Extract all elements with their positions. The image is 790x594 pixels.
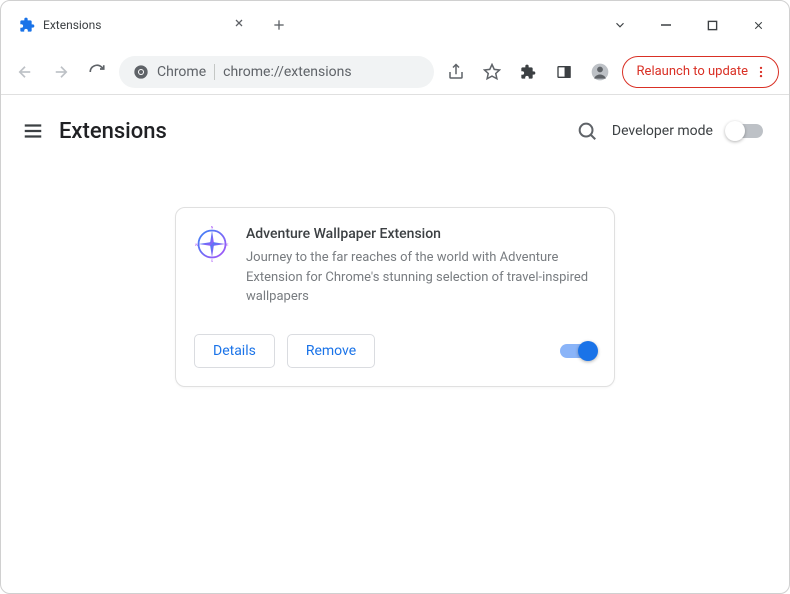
chevron-down-icon[interactable]: [597, 5, 643, 45]
developer-mode-toggle[interactable]: [727, 124, 763, 138]
extension-description: Journey to the far reaches of the world …: [246, 248, 596, 307]
close-tab-icon[interactable]: [233, 17, 249, 33]
card-actions: Details Remove: [194, 334, 596, 368]
svg-text:E: E: [226, 243, 228, 247]
menu-hamburger-icon[interactable]: [13, 111, 53, 151]
toggle-knob: [725, 121, 745, 141]
maximize-button[interactable]: [689, 5, 735, 45]
side-panel-icon[interactable]: [550, 58, 578, 86]
svg-text:S: S: [211, 259, 213, 262]
svg-text:N: N: [211, 226, 214, 230]
developer-mode-label: Developer mode: [612, 123, 713, 139]
relaunch-to-update-button[interactable]: Relaunch to update: [622, 56, 779, 88]
profile-avatar-icon[interactable]: [586, 58, 614, 86]
details-button[interactable]: Details: [194, 334, 275, 368]
close-window-button[interactable]: [735, 5, 781, 45]
more-menu-icon: [754, 65, 768, 79]
browser-window: Extensions: [0, 0, 790, 594]
card-info: Adventure Wallpaper Extension Journey to…: [246, 226, 596, 324]
card-top: N S W E Adventure Wallpaper Extension Jo…: [194, 226, 596, 324]
extension-enable-toggle[interactable]: [560, 344, 596, 358]
search-icon[interactable]: [576, 120, 598, 142]
remove-button[interactable]: Remove: [287, 334, 375, 368]
tab-title: Extensions: [43, 18, 225, 32]
browser-tab[interactable]: Extensions: [9, 7, 259, 43]
new-tab-button[interactable]: [265, 11, 293, 39]
forward-button[interactable]: [47, 58, 75, 86]
omnibox-url: chrome://extensions: [223, 64, 351, 80]
bookmark-star-icon[interactable]: [478, 58, 506, 86]
separator: [214, 64, 215, 80]
header-right: Developer mode: [576, 120, 763, 142]
extension-card: N S W E Adventure Wallpaper Extension Jo…: [175, 207, 615, 387]
relaunch-label: Relaunch to update: [637, 64, 748, 79]
omnibox-label: Chrome: [157, 64, 206, 80]
extension-compass-icon: N S W E: [194, 226, 230, 262]
address-bar[interactable]: Chrome chrome://extensions: [119, 56, 434, 88]
back-button[interactable]: [11, 58, 39, 86]
page-title: Extensions: [59, 119, 167, 144]
browser-toolbar: Chrome chrome://extensions Relaunch to u…: [1, 49, 789, 95]
toggle-knob: [578, 341, 598, 361]
minimize-button[interactable]: [643, 5, 689, 45]
reload-button[interactable]: [83, 58, 111, 86]
share-icon[interactable]: [442, 58, 470, 86]
extension-puzzle-icon: [19, 17, 35, 33]
extension-name: Adventure Wallpaper Extension: [246, 226, 596, 242]
chrome-icon: [133, 64, 149, 80]
content-area: N S W E Adventure Wallpaper Extension Jo…: [1, 159, 789, 593]
extensions-puzzle-icon[interactable]: [514, 58, 542, 86]
titlebar: Extensions: [1, 1, 789, 49]
window-controls: [597, 5, 781, 45]
page-header: Extensions Developer mode: [1, 103, 789, 159]
